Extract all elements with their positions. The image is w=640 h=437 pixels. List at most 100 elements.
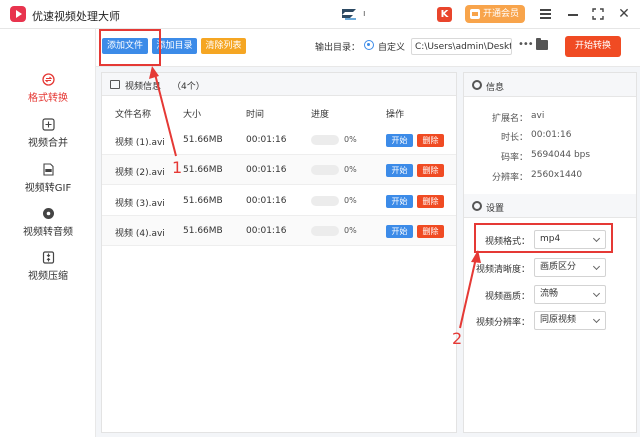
select-value: 画质区分 [540, 262, 577, 272]
merge-icon [41, 118, 55, 131]
table-row[interactable]: 视频 (1).avi 51.66MB 00:01:16 0% 开始 删除 [102, 125, 456, 155]
select-value: 同原视频 [540, 315, 577, 325]
info-value: avi [531, 111, 545, 121]
gear-icon [472, 201, 482, 211]
minimize-icon[interactable] [566, 7, 580, 21]
table-row[interactable]: 视频 (2).avi 51.66MB 00:01:16 0% 开始 删除 [102, 155, 456, 185]
clear-list-button[interactable]: 清除列表 [201, 38, 246, 54]
compress-icon [42, 251, 54, 264]
column-header-progress: 进度 [311, 110, 330, 120]
info-key: 时长： [500, 133, 528, 143]
setting-label: 视频分辨率： [475, 318, 530, 328]
settings-title: 设置 [486, 204, 505, 214]
sidebar-item-label: 视频压缩 [28, 271, 68, 282]
maximize-icon[interactable] [591, 7, 605, 21]
menu-icon[interactable] [539, 7, 553, 21]
setting-video-clarity: 视频清晰度： 画质区分 [464, 258, 636, 278]
row-delete-button[interactable]: 删除 [417, 225, 444, 238]
info-key: 分辨率： [491, 173, 528, 183]
settings-header: 设置 [464, 194, 636, 218]
info-value: 2560x1440 [531, 170, 583, 180]
callout-box-add-file [99, 29, 161, 66]
setting-label: 视频画质： [484, 292, 530, 302]
table-row[interactable]: 视频 (4).avi 51.66MB 00:01:16 0% 开始 删除 [102, 216, 456, 246]
sidebar-item-video-merge[interactable]: 视频合并 [0, 118, 96, 149]
file-duration: 00:01:16 [246, 135, 287, 145]
info-value: 5694044 bps [531, 150, 591, 160]
header-status-text: ı [363, 9, 366, 19]
column-header-time: 时间 [246, 110, 265, 120]
video-quality-select[interactable]: 流畅 [534, 285, 606, 304]
sidebar: 格式转换 视频合并 视频转GIF 视频转音频 视频压缩 [0, 29, 96, 437]
sidebar-item-video-to-gif[interactable]: 视频转GIF [0, 163, 96, 194]
select-value: 流畅 [540, 289, 559, 299]
row-delete-button[interactable]: 删除 [417, 195, 444, 208]
vip-label: 开通会员 [483, 9, 520, 19]
convert-icon [41, 73, 55, 86]
k-icon[interactable]: K [437, 7, 452, 22]
row-start-button[interactable]: 开始 [386, 195, 413, 208]
sidebar-item-video-compress[interactable]: 视频压缩 [0, 251, 96, 282]
file-list-header: 视频信息 （4个） [102, 73, 456, 96]
custom-output-label[interactable]: 自定义 [378, 40, 405, 53]
row-start-button[interactable]: 开始 [386, 134, 413, 147]
column-header-name: 文件名称 [115, 110, 152, 120]
sidebar-item-label: 视频转GIF [24, 183, 72, 194]
row-start-button[interactable]: 开始 [386, 225, 413, 238]
info-key: 码率： [500, 153, 528, 163]
column-header-action: 操作 [386, 110, 405, 120]
annotation-number-2: 2 [452, 329, 463, 348]
chevron-down-icon [592, 315, 601, 324]
row-start-button[interactable]: 开始 [386, 164, 413, 177]
sidebar-item-label: 格式转换 [28, 93, 68, 104]
file-list-title: 视频信息 [125, 82, 162, 92]
brand-logo-icon [342, 9, 356, 20]
app-logo-icon [10, 6, 26, 22]
progress-bar [311, 135, 339, 145]
setting-video-quality: 视频画质： 流畅 [464, 285, 636, 305]
audio-icon [42, 208, 54, 219]
column-header-size: 大小 [183, 110, 202, 120]
file-duration: 00:01:16 [246, 196, 287, 206]
progress-percent: 0% [344, 226, 357, 235]
open-folder-icon[interactable] [536, 38, 548, 50]
gif-icon [42, 163, 54, 176]
start-convert-button[interactable]: 开始转换 [565, 36, 621, 57]
file-name: 视频 (4).avi [115, 229, 165, 239]
file-count: （4个） [172, 82, 205, 92]
image-icon [110, 80, 120, 89]
progress-percent: 0% [344, 165, 357, 174]
file-duration: 00:01:16 [246, 226, 287, 236]
file-name: 视频 (1).avi [115, 138, 165, 148]
gear-icon [472, 80, 482, 90]
progress-bar [311, 226, 339, 236]
table-row[interactable]: 视频 (3).avi 51.66MB 00:01:16 0% 开始 删除 [102, 186, 456, 216]
chevron-down-icon [592, 289, 601, 298]
toolbar: 添加文件 添加目录 清除列表 输出目录： 自定义 ••• 开始转换 [96, 29, 640, 67]
row-delete-button[interactable]: 删除 [417, 134, 444, 147]
file-name: 视频 (3).avi [115, 199, 165, 209]
progress-bar [311, 165, 339, 175]
sidebar-item-format-convert[interactable]: 格式转换 [0, 73, 96, 104]
row-delete-button[interactable]: 删除 [417, 164, 444, 177]
progress-percent: 0% [344, 196, 357, 205]
file-size: 51.66MB [183, 135, 223, 145]
app-title: 优速视频处理大师 [32, 10, 120, 23]
video-resolution-select[interactable]: 同原视频 [534, 311, 606, 330]
sidebar-item-video-to-audio[interactable]: 视频转音频 [0, 207, 96, 238]
crown-icon [470, 9, 480, 19]
file-duration: 00:01:16 [246, 165, 287, 175]
output-directory-label: 输出目录： [315, 43, 361, 53]
vip-button[interactable]: 开通会员 [465, 5, 525, 23]
custom-output-radio[interactable] [364, 40, 374, 50]
output-path-input[interactable] [411, 38, 512, 55]
callout-box-video-format [474, 223, 613, 253]
file-size: 51.66MB [183, 226, 223, 236]
more-options-icon[interactable]: ••• [518, 39, 534, 50]
info-header: 信息 [464, 73, 636, 97]
file-list-panel: 视频信息 （4个） 文件名称 大小 时间 进度 操作 视频 (1).avi 51… [101, 72, 457, 433]
progress-bar [311, 196, 339, 206]
video-clarity-select[interactable]: 画质区分 [534, 258, 606, 277]
close-icon[interactable]: ✕ [617, 7, 631, 21]
chevron-down-icon [592, 262, 601, 271]
